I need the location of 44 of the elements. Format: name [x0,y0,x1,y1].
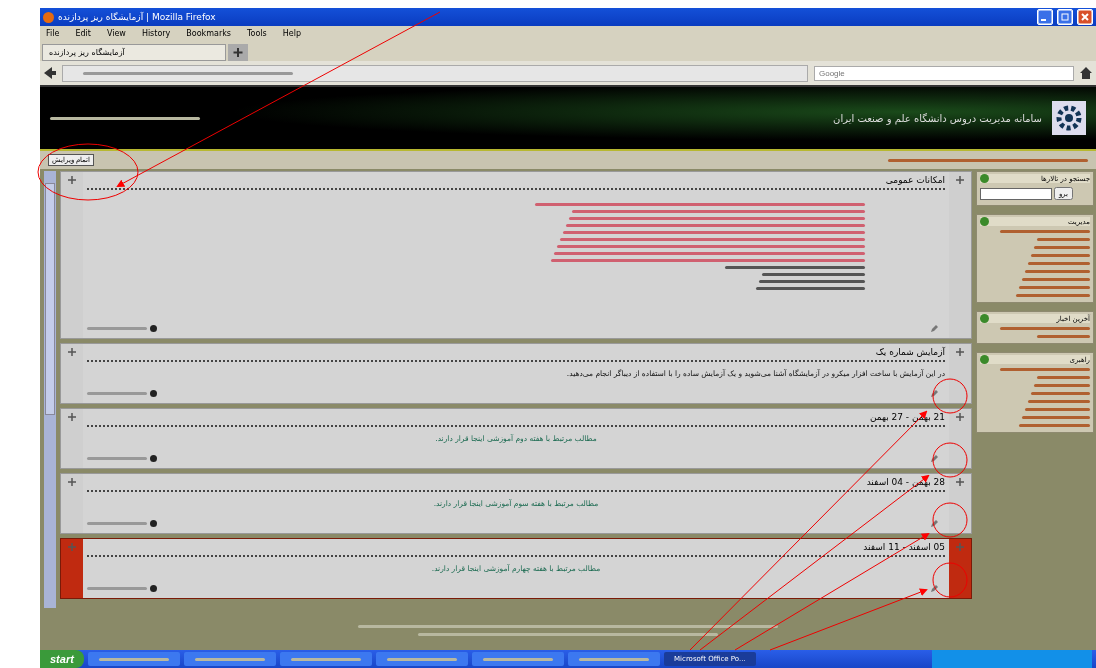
menu-item[interactable]: Edit [75,29,91,38]
section-title: 05 اسفند - 11 اسفند [862,542,945,552]
section-title: امکانات عمومی [884,175,945,185]
maximize-button[interactable] [1057,9,1073,25]
menu-item[interactable]: History [141,29,171,38]
plus-icon[interactable] [956,348,964,356]
minimize-button[interactable] [1037,9,1053,25]
search-field[interactable] [980,187,1052,200]
add-icon[interactable] [150,520,157,527]
menu-item[interactable]: File [46,29,60,38]
pencil-icon[interactable] [930,584,939,593]
plus-icon[interactable] [956,478,964,486]
scrollbar[interactable] [44,171,56,608]
add-icon[interactable] [150,455,157,462]
add-icon[interactable] [150,390,157,397]
plus-icon[interactable] [68,413,76,421]
browser-tab[interactable]: آزمایشگاه ریز پردازنده [42,44,226,61]
pencil-icon[interactable] [930,389,939,398]
close-button[interactable] [1077,9,1093,25]
add-icon[interactable] [150,585,157,592]
pencil-icon[interactable] [930,519,939,528]
site-title: سامانه مدیریت دروس دانشگاه علم و صنعت ایران [833,112,1042,124]
firefox-icon [43,11,54,23]
plus-icon[interactable] [68,478,76,486]
menu-item[interactable]: Bookmarks [186,29,232,38]
pencil-icon[interactable] [930,324,939,333]
plus-icon[interactable] [956,176,964,184]
new-tab-button[interactable] [228,44,248,61]
section-title: آزمایش شماره یک [874,347,945,357]
home-icon[interactable] [1080,67,1092,79]
plus-icon[interactable] [68,348,76,356]
gear-logo-icon [1052,101,1086,135]
menu-item[interactable]: View [106,29,126,38]
plus-icon[interactable] [68,176,76,184]
add-icon[interactable] [150,325,157,332]
address-field[interactable] [62,64,808,82]
search-field[interactable]: Google [814,65,1074,81]
plus-icon[interactable] [956,413,964,421]
menu-item[interactable]: Help [282,29,301,38]
window-title: آزمایشگاه ریز پردازنده | Mozilla Firefox [58,12,216,22]
menu-item[interactable]: Tools [247,29,267,38]
pencil-icon[interactable] [930,454,939,463]
start-button[interactable]: start [40,650,84,668]
back-button[interactable] [44,67,56,79]
